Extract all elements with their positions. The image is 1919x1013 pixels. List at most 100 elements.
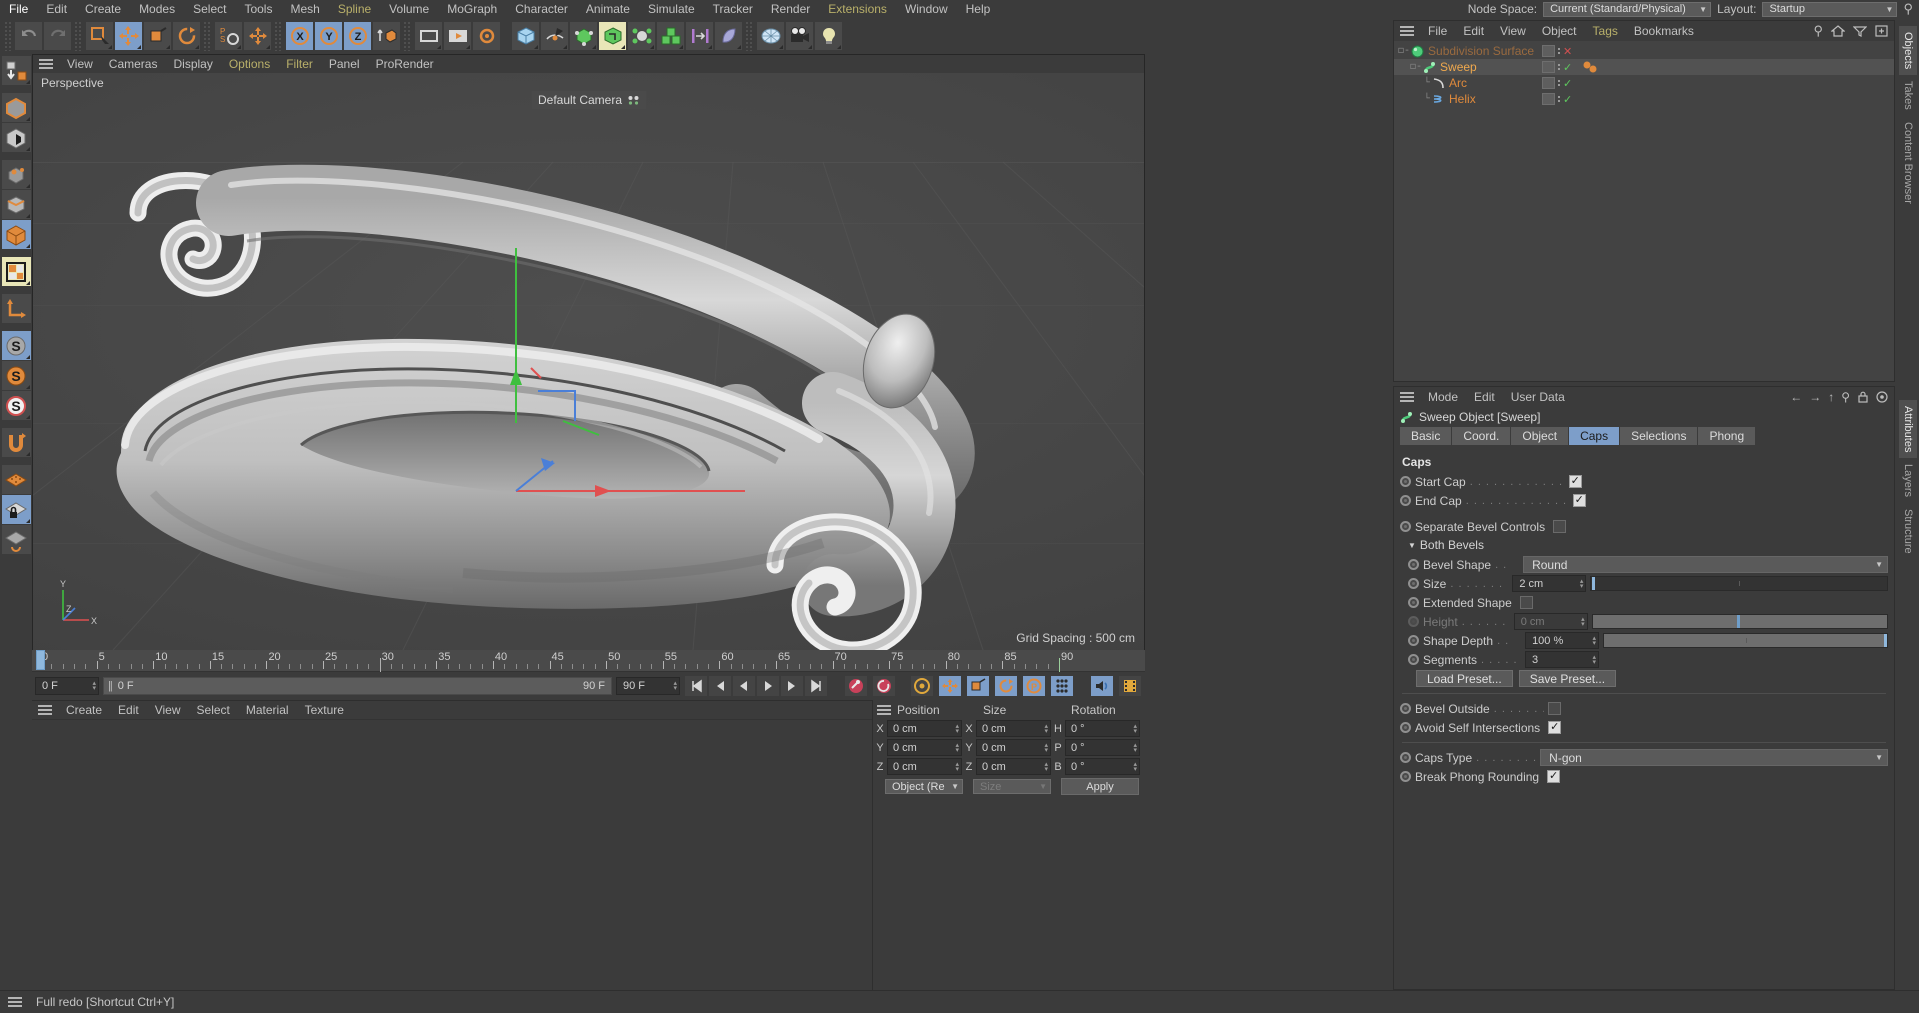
vtab-content-browser[interactable]: Content Browser bbox=[1899, 116, 1917, 210]
coordinate-hamburger-icon[interactable] bbox=[877, 705, 891, 715]
spinner-icon[interactable]: ▴ ▾ bbox=[1044, 742, 1048, 754]
object-tag-column[interactable]: ✓ bbox=[1542, 93, 1572, 106]
add-nurbs-generator-button[interactable] bbox=[569, 21, 598, 51]
layout-select[interactable]: Startup ▼ bbox=[1762, 1, 1898, 17]
go-to-previous-frame-button[interactable] bbox=[708, 675, 732, 697]
object-tag-column[interactable]: ✓ bbox=[1542, 77, 1572, 90]
frame-rate-button[interactable] bbox=[1118, 675, 1142, 697]
separate-bevel-controls-checkbox[interactable] bbox=[1553, 520, 1567, 533]
position-y-input[interactable]: 0 cm ▴ ▾ bbox=[887, 739, 962, 756]
edges-mode-icon[interactable] bbox=[1, 190, 31, 219]
play-forwards-button[interactable] bbox=[756, 675, 780, 697]
coordinate-size-select[interactable]: Size ▼ bbox=[973, 779, 1051, 794]
attribute-menu-mode[interactable]: Mode bbox=[1420, 387, 1466, 407]
add-mograph-cloner-button[interactable] bbox=[656, 21, 685, 51]
lock-icon[interactable] bbox=[1857, 391, 1869, 403]
undo-button[interactable] bbox=[14, 21, 43, 51]
workplane-mode-icon[interactable] bbox=[1, 525, 31, 554]
vtab-attributes[interactable]: Attributes bbox=[1899, 399, 1917, 459]
bevel-outside-checkbox[interactable] bbox=[1547, 702, 1561, 715]
y-axis-lock-button[interactable]: Y bbox=[314, 21, 343, 51]
object-menu-bookmarks[interactable]: Bookmarks bbox=[1626, 21, 1702, 41]
spinner-icon[interactable]: ▴ ▾ bbox=[1133, 761, 1137, 773]
position-z-input[interactable]: 0 cm ▴ ▾ bbox=[887, 758, 962, 775]
display-tag-icon[interactable] bbox=[1542, 45, 1555, 57]
spinner-icon[interactable]: ▴ ▾ bbox=[1133, 742, 1137, 754]
spinner-icon[interactable]: ▴ ▾ bbox=[92, 680, 96, 692]
key-position-button[interactable] bbox=[938, 675, 962, 697]
keyframe-selection-settings-button[interactable] bbox=[910, 675, 934, 697]
add-cube-primitive-button[interactable] bbox=[511, 21, 540, 51]
x-axis-lock-button[interactable]: X bbox=[285, 21, 314, 51]
add-effector-button[interactable] bbox=[685, 21, 714, 51]
spinner-icon[interactable]: ▴ ▾ bbox=[1044, 761, 1048, 773]
rotation-b-input[interactable]: 0 ° ▴ ▾ bbox=[1065, 758, 1140, 775]
visibility-on-icon[interactable]: ✓ bbox=[1563, 77, 1572, 90]
visibility-dots-icon[interactable] bbox=[1558, 80, 1560, 86]
tab-caps[interactable]: Caps bbox=[1569, 427, 1620, 445]
filter-icon[interactable] bbox=[1853, 25, 1867, 37]
tree-expand-toggle[interactable]: ◻- bbox=[1398, 45, 1410, 57]
menu-item-select[interactable]: Select bbox=[184, 0, 235, 18]
live-selection-tool[interactable] bbox=[85, 21, 114, 51]
menu-item-mograph[interactable]: MoGraph bbox=[438, 0, 506, 18]
object-search-icon[interactable]: ⚲ bbox=[1813, 23, 1823, 39]
viewport-canvas[interactable]: Perspective Default Camera Grid Spacing … bbox=[33, 73, 1144, 650]
spinner-icon[interactable]: ▴ ▾ bbox=[955, 761, 959, 773]
menu-item-character[interactable]: Character bbox=[506, 0, 577, 18]
visibility-dots-icon[interactable] bbox=[1558, 96, 1560, 102]
texture-mode-icon[interactable] bbox=[1, 123, 31, 152]
key-parameter-button[interactable]: P bbox=[1022, 675, 1046, 697]
node-space-select[interactable]: Current (Standard/Physical) ▼ bbox=[1543, 1, 1712, 17]
menu-item-animate[interactable]: Animate bbox=[577, 0, 639, 18]
avoid-self-intersections-checkbox[interactable]: ✓ bbox=[1548, 721, 1562, 734]
material-list[interactable] bbox=[32, 719, 872, 987]
spinner-icon[interactable]: ▴ ▾ bbox=[673, 680, 677, 692]
home-icon[interactable] bbox=[1831, 25, 1845, 37]
tab-selections[interactable]: Selections bbox=[1620, 427, 1698, 445]
toolbar-grip[interactable] bbox=[4, 21, 12, 51]
display-tag-icon[interactable] bbox=[1542, 61, 1555, 73]
display-tag-icon[interactable] bbox=[1542, 93, 1555, 105]
size-y-input[interactable]: 0 cm ▴ ▾ bbox=[976, 739, 1051, 756]
target-icon[interactable] bbox=[1876, 391, 1888, 403]
go-to-start-button[interactable] bbox=[684, 675, 708, 697]
key-rotation-button[interactable] bbox=[994, 675, 1018, 697]
rotation-h-input[interactable]: 0 ° ▴ ▾ bbox=[1065, 720, 1140, 737]
lock-workplane-icon[interactable] bbox=[1, 495, 31, 524]
tab-phong[interactable]: Phong bbox=[1698, 427, 1756, 445]
viewport-menu-display[interactable]: Display bbox=[165, 55, 220, 73]
object-assigned-tags[interactable] bbox=[1582, 60, 1600, 74]
timeline-playhead[interactable] bbox=[36, 650, 45, 670]
material-menu-select[interactable]: Select bbox=[189, 701, 238, 719]
visibility-dots-icon[interactable] bbox=[1558, 64, 1560, 70]
size-x-input[interactable]: 0 cm ▴ ▾ bbox=[976, 720, 1051, 737]
redo-button[interactable] bbox=[43, 21, 72, 51]
break-phong-rounding-checkbox[interactable]: ✓ bbox=[1547, 770, 1561, 783]
scale-tool[interactable] bbox=[143, 21, 172, 51]
load-preset-button[interactable]: Load Preset... bbox=[1416, 670, 1513, 687]
bevel-shape-select[interactable]: Round ▼ bbox=[1523, 556, 1888, 573]
quantize-snap-icon[interactable]: S bbox=[1, 391, 31, 420]
add-floor-environment-button[interactable] bbox=[756, 21, 785, 51]
attribute-menu-edit[interactable]: Edit bbox=[1466, 387, 1503, 407]
animate-radio-icon[interactable] bbox=[1408, 635, 1419, 646]
viewport-menu-prorender[interactable]: ProRender bbox=[368, 55, 442, 73]
spinner-icon[interactable]: ▴ ▾ bbox=[1593, 654, 1597, 666]
record-active-objects-button[interactable] bbox=[844, 675, 868, 697]
autokeying-button[interactable] bbox=[872, 675, 896, 697]
add-light-button[interactable] bbox=[814, 21, 843, 51]
material-menu-view[interactable]: View bbox=[147, 701, 189, 719]
animate-radio-icon[interactable] bbox=[1400, 521, 1411, 532]
timeline-ruler[interactable]: 0 5 10 15 20 25 30 35 40 45 50 55 60 65 70 75 80 85 90 bbox=[32, 650, 1145, 672]
spinner-icon[interactable]: ▴ ▾ bbox=[955, 723, 959, 735]
menu-item-simulate[interactable]: Simulate bbox=[639, 0, 704, 18]
search-icon[interactable]: ⚲ bbox=[1903, 1, 1913, 17]
add-field-button[interactable] bbox=[714, 21, 743, 51]
viewport-hamburger-icon[interactable] bbox=[39, 59, 53, 69]
play-backwards-button[interactable] bbox=[732, 675, 756, 697]
animate-radio-icon[interactable] bbox=[1400, 495, 1411, 506]
object-menu-edit[interactable]: Edit bbox=[1455, 21, 1492, 41]
attribute-hamburger-icon[interactable] bbox=[1400, 392, 1414, 402]
start-cap-checkbox[interactable]: ✓ bbox=[1568, 475, 1582, 488]
